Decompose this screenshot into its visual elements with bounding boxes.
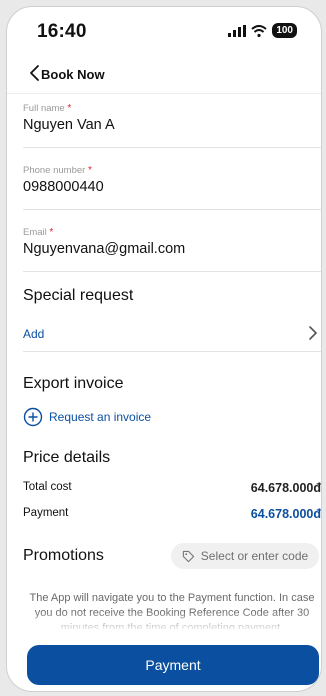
app-header: Book Now bbox=[7, 59, 321, 94]
email-value: Nguyenvana@gmail.com bbox=[23, 241, 186, 257]
total-cost-row: Total cost 64.678.000đ bbox=[23, 481, 321, 495]
payment-row: Payment 64.678.000đ bbox=[23, 507, 321, 521]
payment-button[interactable]: Payment bbox=[27, 645, 319, 685]
required-mark: * bbox=[49, 227, 54, 238]
special-request-add-label: Add bbox=[23, 327, 45, 341]
tag-icon bbox=[182, 550, 194, 562]
phone-screen: 16:40 100 Book Now Full name * Nguyen Va… bbox=[6, 6, 322, 692]
email-label: Email * bbox=[23, 227, 54, 238]
full-name-field[interactable]: Full name * Nguyen Van A bbox=[23, 103, 321, 148]
required-mark: * bbox=[87, 165, 92, 176]
request-invoice-button[interactable]: Request an invoice bbox=[23, 405, 151, 429]
export-invoice-title: Export invoice bbox=[23, 375, 124, 392]
scroll-fade bbox=[7, 611, 321, 633]
promo-button-label: Select or enter code bbox=[200, 549, 309, 563]
status-icons: 100 bbox=[228, 23, 297, 38]
email-field[interactable]: Email * Nguyenvana@gmail.com bbox=[23, 227, 321, 272]
total-cost-label: Total cost bbox=[23, 481, 72, 493]
payment-value: 64.678.000đ bbox=[250, 507, 321, 521]
full-name-label: Full name * bbox=[23, 103, 72, 114]
add-circle-icon bbox=[23, 407, 43, 427]
status-bar: 16:40 100 bbox=[7, 7, 321, 55]
page-title: Book Now bbox=[41, 67, 105, 82]
promotions-title: Promotions bbox=[23, 547, 104, 564]
chevron-right-icon bbox=[309, 326, 318, 340]
full-name-value: Nguyen Van A bbox=[23, 117, 115, 133]
payment-label: Payment bbox=[23, 507, 69, 519]
request-invoice-label: Request an invoice bbox=[49, 410, 152, 424]
price-details-title: Price details bbox=[23, 449, 111, 466]
phone-number-label: Phone number * bbox=[23, 165, 92, 176]
phone-number-value: 0988000440 bbox=[23, 179, 104, 195]
required-mark: * bbox=[67, 103, 72, 114]
special-request-add-row[interactable]: Add bbox=[23, 319, 321, 352]
total-cost-value: 64.678.000đ bbox=[250, 481, 321, 495]
battery-icon: 100 bbox=[272, 23, 297, 38]
select-promo-code-button[interactable]: Select or enter code bbox=[171, 543, 319, 569]
phone-number-field[interactable]: Phone number * 0988000440 bbox=[23, 165, 321, 210]
status-time: 16:40 bbox=[37, 21, 87, 42]
special-request-title: Special request bbox=[23, 287, 134, 304]
signal-icon bbox=[228, 24, 247, 37]
wifi-icon bbox=[251, 24, 267, 37]
